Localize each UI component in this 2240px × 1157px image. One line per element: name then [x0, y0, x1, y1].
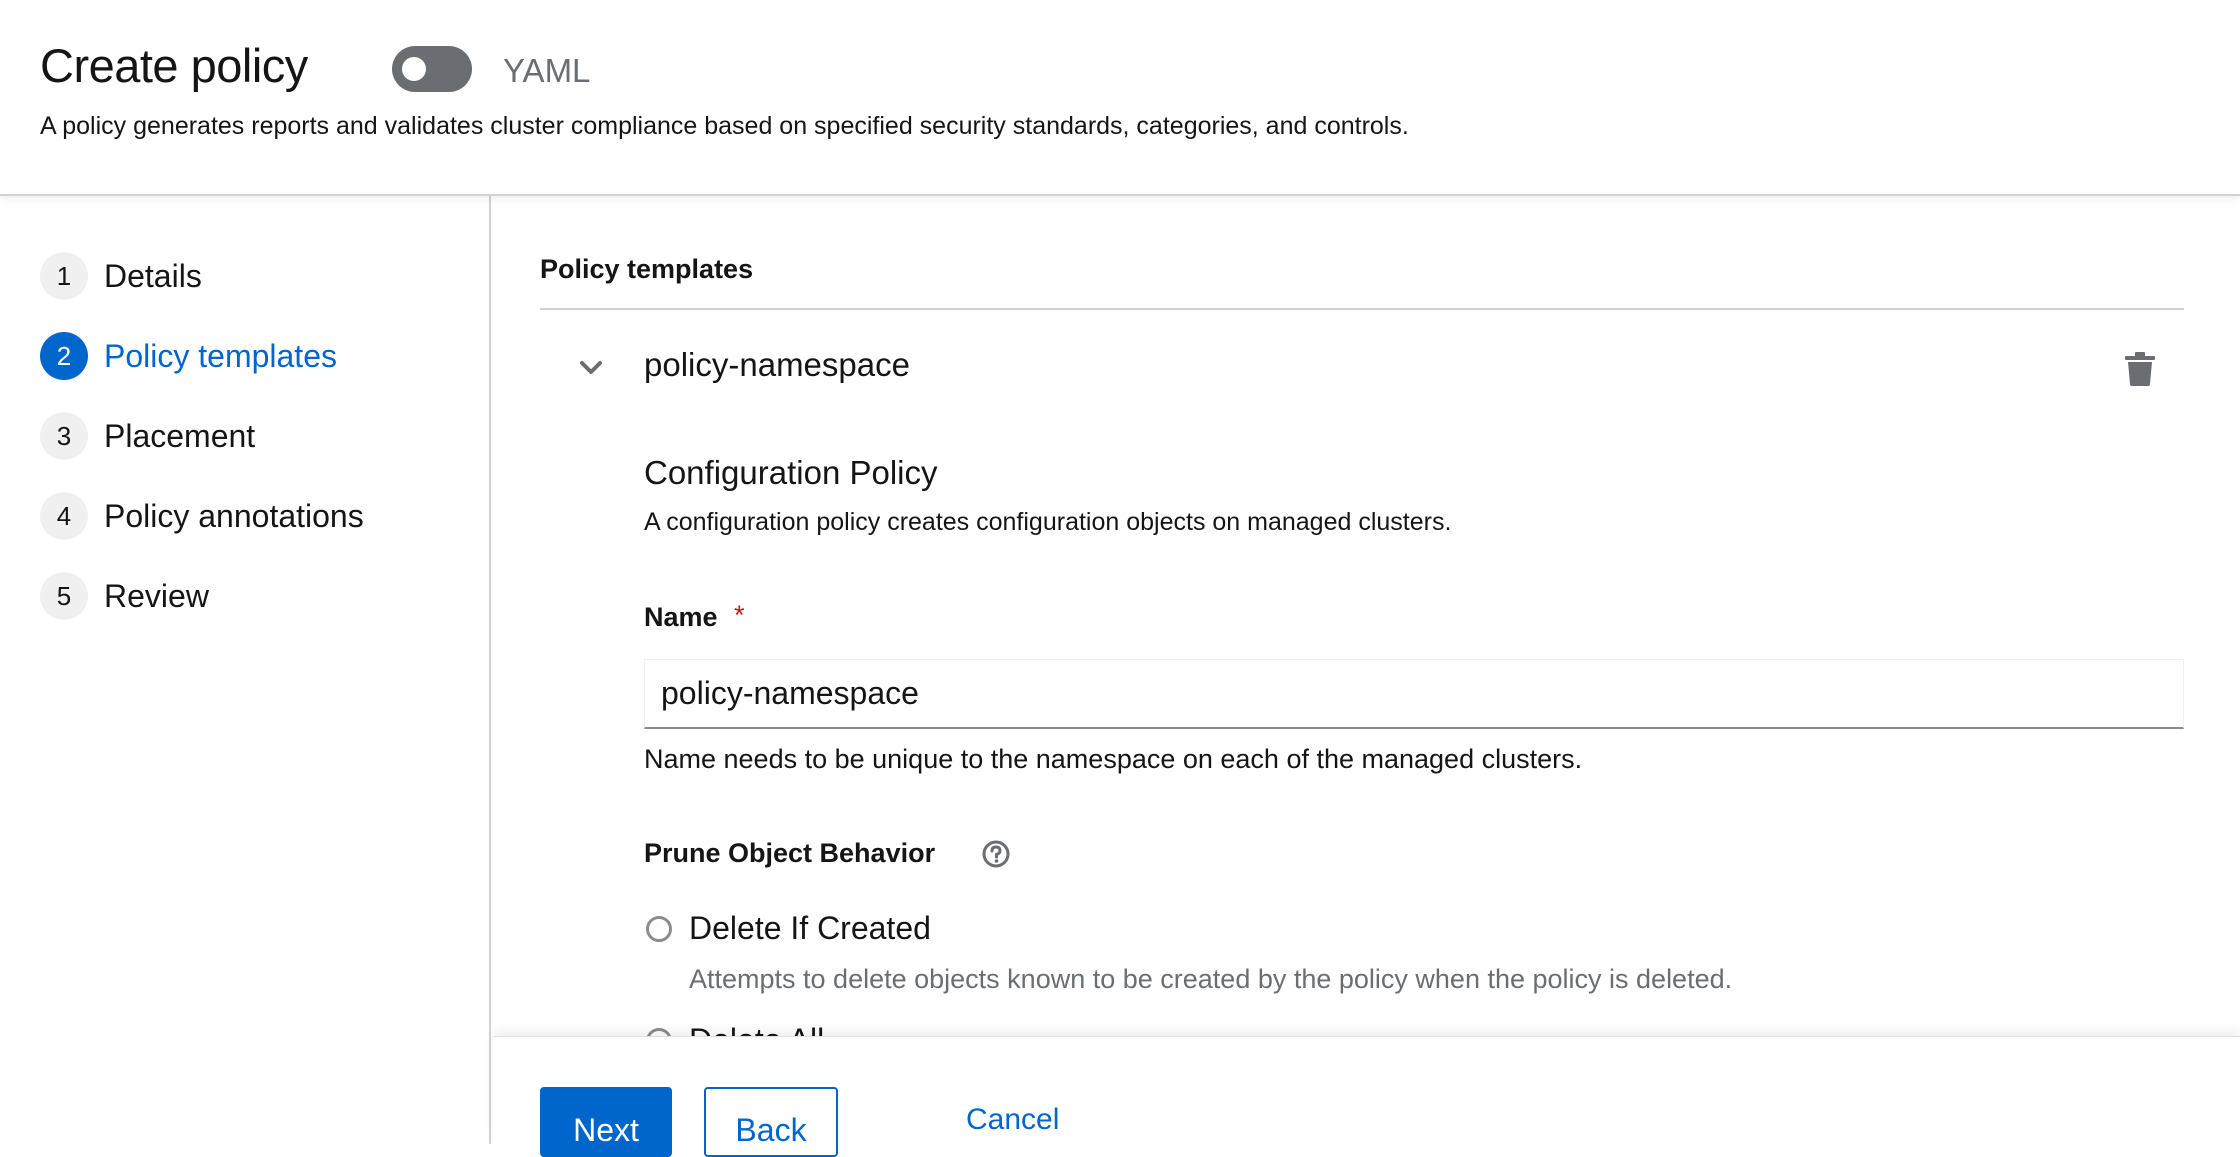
radio-delete-all[interactable] — [646, 1028, 672, 1036]
step-label: Review — [104, 577, 209, 614]
nav-step-policy-annotations[interactable]: 4 Policy annotations — [40, 491, 364, 541]
section-divider — [540, 308, 2184, 310]
radio-delete-if-created[interactable] — [646, 916, 672, 942]
cancel-button[interactable]: Cancel — [966, 1103, 1059, 1137]
chevron-down-icon — [580, 361, 602, 374]
back-button[interactable]: Back — [704, 1087, 838, 1157]
step-number: 2 — [40, 332, 88, 380]
template-name: policy-namespace — [644, 346, 910, 383]
nav-step-policy-templates[interactable]: 2 Policy templates — [40, 331, 337, 381]
prune-behavior-label: Prune Object Behavior — [644, 838, 936, 868]
step-number: 5 — [40, 572, 88, 620]
toggle-knob — [402, 57, 426, 81]
radio-description-delete-if-created: Attempts to delete objects known to be c… — [689, 964, 1733, 994]
wizard-footer: Next Back Cancel — [493, 1036, 2240, 1157]
step-label: Details — [104, 257, 202, 294]
delete-template-button[interactable] — [2115, 344, 2165, 394]
step-label: Placement — [104, 417, 256, 454]
step-label: Policy annotations — [104, 497, 364, 534]
name-helper-text: Name needs to be unique to the namespace… — [644, 744, 1583, 774]
wizard-main-content: Policy templates policy-namespace Config… — [493, 196, 2240, 1036]
wizard-nav: 1 Details 2 Policy templates 3 Placement… — [0, 196, 491, 1144]
nav-step-review[interactable]: 5 Review — [40, 571, 209, 621]
name-input[interactable] — [644, 659, 2184, 729]
step-number: 4 — [40, 492, 88, 540]
step-number: 1 — [40, 252, 88, 300]
radio-label-delete-if-created: Delete If Created — [689, 910, 931, 946]
next-button[interactable]: Next — [540, 1087, 672, 1157]
section-title: Policy templates — [540, 254, 754, 284]
step-number: 3 — [40, 412, 88, 460]
expand-template-toggle[interactable] — [571, 348, 611, 388]
name-field-label: Name — [644, 602, 718, 632]
page-header: Create policy YAML A policy generates re… — [0, 0, 2240, 196]
nav-step-placement[interactable]: 3 Placement — [40, 411, 255, 461]
trash-icon — [2125, 352, 2155, 386]
page-description: A policy generates reports and validates… — [40, 112, 1409, 140]
nav-step-details[interactable]: 1 Details — [40, 251, 202, 301]
yaml-toggle-label: YAML — [503, 52, 591, 89]
step-label: Policy templates — [104, 337, 337, 374]
config-policy-title: Configuration Policy — [644, 454, 938, 491]
radio-label-delete-all: Delete All — [689, 1022, 824, 1036]
page-title: Create policy — [40, 39, 308, 92]
help-circle-icon[interactable] — [981, 839, 1011, 869]
config-policy-description: A configuration policy creates configura… — [644, 508, 1452, 536]
required-indicator: * — [734, 600, 745, 630]
yaml-toggle[interactable] — [392, 46, 472, 92]
